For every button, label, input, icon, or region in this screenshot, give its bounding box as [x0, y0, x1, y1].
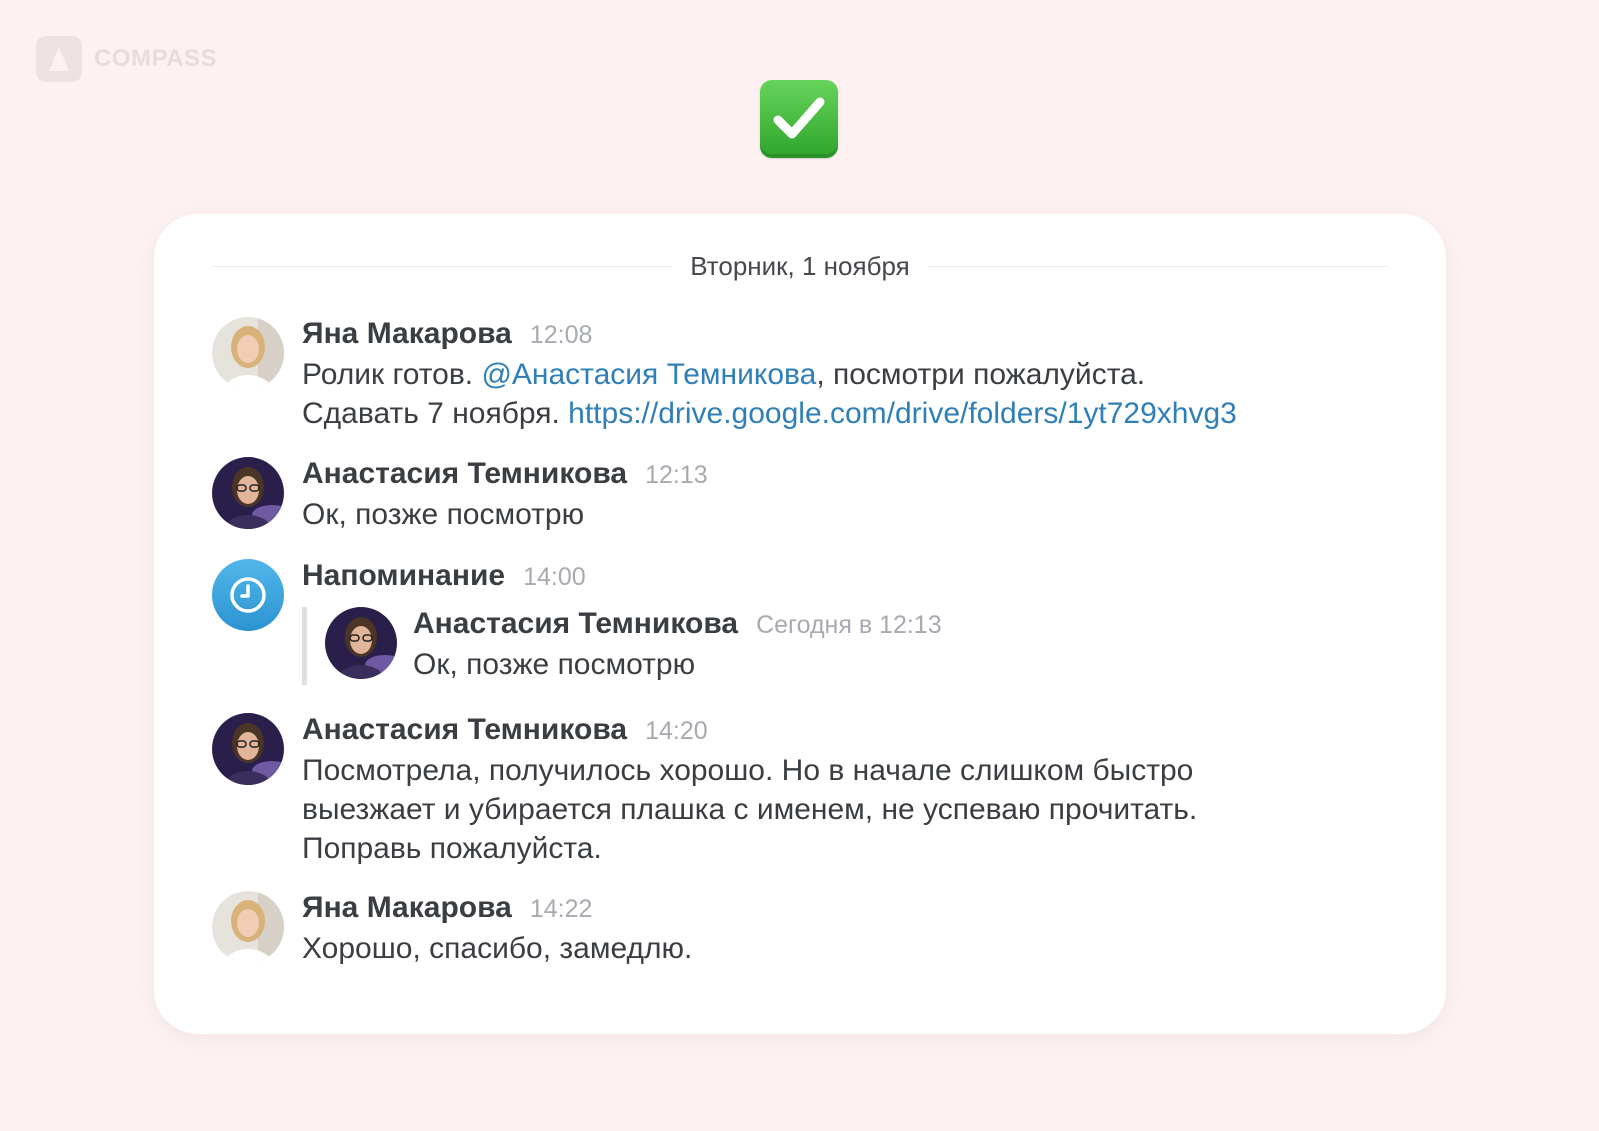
message-time: 12:13	[645, 461, 708, 489]
message-body: Яна Макарова 14:22 Хорошо, спасибо, заме…	[302, 891, 1406, 968]
chat-card: Вторник, 1 ноября Яна Макарова 12:08 Рол…	[154, 214, 1446, 1034]
message: Анастасия Темникова 12:13 Ок, позже посм…	[212, 457, 1406, 537]
message-text: Хорошо, спасибо, замедлю.	[302, 932, 693, 965]
quote-header: Анастасия Темникова Сегодня в 12:13	[413, 607, 1406, 645]
message-time: 12:08	[529, 321, 593, 349]
message-header: Напоминание 14:00	[302, 559, 1406, 597]
message-text: Ролик готов. @Анастасия Темникова, посмо…	[302, 355, 1406, 433]
message-text-part: Ролик готов.	[302, 358, 482, 391]
message: Анастасия Темникова 14:20 Посмотрела, по…	[212, 713, 1406, 873]
message-text: Ок, позже посмотрю	[302, 498, 585, 531]
reminder-message: Напоминание 14:00 Анастасия Темникова Се…	[212, 559, 1406, 699]
message-author[interactable]: Анастасия Темникова	[302, 713, 627, 747]
avatar-yana[interactable]	[212, 891, 284, 963]
message-author[interactable]: Яна Макарова	[302, 891, 512, 925]
divider-line-left	[212, 265, 673, 267]
quote-body: Анастасия Темникова Сегодня в 12:13 Ок, …	[413, 607, 1406, 684]
message-author[interactable]: Анастасия Темникова	[302, 457, 627, 491]
compass-logo-icon	[36, 36, 82, 82]
brand-name: COMPASS	[94, 45, 218, 72]
message-text: Посмотрела, получилось хорошо. Но в нача…	[302, 754, 1198, 865]
check-mark-icon	[760, 80, 838, 158]
quote-time: Сегодня в 12:13	[756, 611, 942, 639]
message-time: 14:00	[523, 563, 586, 591]
message: Яна Макарова 14:22 Хорошо, спасибо, заме…	[212, 891, 1406, 971]
quote-author[interactable]: Анастасия Темникова	[413, 607, 738, 641]
quoted-message[interactable]: Анастасия Темникова Сегодня в 12:13 Ок, …	[302, 607, 1406, 685]
message-body: Яна Макарова 12:08 Ролик готов. @Анастас…	[302, 317, 1406, 433]
user-mention[interactable]: @Анастасия Темникова	[481, 358, 816, 391]
message: Яна Макарова 12:08 Ролик готов. @Анастас…	[212, 317, 1406, 437]
message-body: Анастасия Темникова 14:20 Посмотрела, по…	[302, 713, 1406, 868]
divider-line-right	[927, 265, 1389, 267]
message-text-part: Сдавать 7 ноября.	[302, 397, 569, 430]
message-header: Яна Макарова 14:22	[302, 891, 1406, 929]
message-header: Анастасия Темникова 12:13	[302, 457, 1406, 495]
compass-brand: COMPASS	[36, 36, 217, 82]
message-author[interactable]: Яна Макарова	[302, 317, 512, 351]
message-header: Анастасия Темникова 14:20	[302, 713, 1406, 751]
message-body: Анастасия Темникова 12:13 Ок, позже посм…	[302, 457, 1406, 534]
message-time: 14:20	[645, 717, 708, 745]
date-divider: Вторник, 1 ноября	[212, 248, 1389, 284]
message-author: Напоминание	[302, 559, 506, 592]
message-body: Напоминание 14:00	[302, 559, 1406, 597]
message-time: 14:22	[529, 895, 593, 923]
avatar-anastasia[interactable]	[325, 607, 397, 679]
avatar-yana[interactable]	[212, 317, 284, 389]
avatar-anastasia[interactable]	[212, 457, 284, 529]
date-label: Вторник, 1 ноября	[690, 250, 910, 281]
avatar-anastasia[interactable]	[212, 713, 284, 785]
quote-text: Ок, позже посмотрю	[413, 648, 696, 681]
message-header: Яна Макарова 12:08	[302, 317, 1406, 355]
message-text-part: , посмотри пожалуйста.	[816, 358, 1146, 391]
drive-link[interactable]: https://drive.google.com/drive/folders/1…	[568, 397, 1237, 430]
reminder-clock-icon	[212, 559, 284, 631]
